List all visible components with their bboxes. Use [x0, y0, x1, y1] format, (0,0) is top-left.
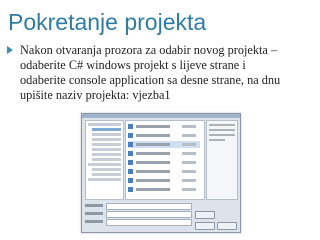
tree-item [92, 148, 121, 151]
template-row [128, 123, 200, 130]
template-icon [128, 151, 133, 156]
template-icon [128, 178, 133, 183]
template-description-pane [206, 120, 238, 200]
project-name-field [85, 203, 192, 210]
cancel-button [217, 222, 237, 230]
tree-item [92, 138, 121, 141]
tree-item [92, 168, 121, 171]
solution-name-field [85, 219, 192, 226]
tree-item [88, 178, 121, 181]
tree-item [88, 123, 121, 126]
tree-item [92, 158, 121, 161]
new-project-dialog-screenshot [81, 113, 241, 233]
template-icon [128, 124, 133, 129]
installed-templates-tree [85, 120, 124, 200]
bullet-line-4: upišite naziv projekta: vjezba1 [20, 88, 171, 102]
template-row [128, 186, 200, 193]
template-row [128, 168, 200, 175]
template-icon [128, 133, 133, 138]
template-icon [128, 142, 133, 147]
bullet-line-1: Nakon otvaranja prozora za odabir novog … [20, 43, 278, 57]
project-location-field [85, 211, 192, 218]
tree-item [92, 173, 121, 176]
bullet-arrow-icon [7, 46, 13, 54]
dialog-title-bar [82, 114, 240, 118]
project-template-list [125, 120, 205, 200]
tree-item [92, 143, 121, 146]
slide-title: Pokretanje projekta [8, 9, 207, 35]
template-icon [128, 160, 133, 165]
tree-item [92, 133, 121, 136]
template-row [128, 177, 200, 184]
bullet-line-2: odaberite C# windows projekt s lijeve st… [20, 58, 246, 72]
bullet-line-3: odaberite console application sa desne s… [20, 73, 281, 87]
template-row [128, 150, 200, 157]
template-row [128, 132, 200, 139]
template-row-selected [128, 141, 200, 148]
template-icon [128, 187, 133, 192]
tree-item [92, 153, 121, 156]
template-row [128, 159, 200, 166]
ok-button [195, 222, 215, 230]
browse-button [195, 211, 215, 219]
tree-item-selected [92, 128, 121, 131]
tree-item [88, 163, 121, 166]
template-icon [128, 169, 133, 174]
